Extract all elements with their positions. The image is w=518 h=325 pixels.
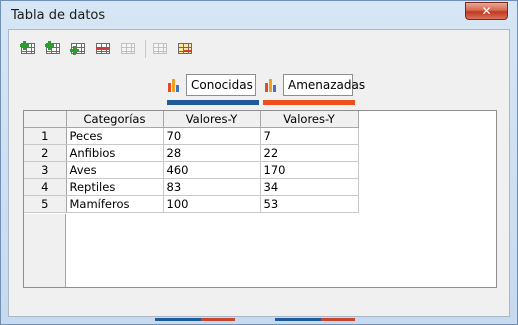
column-header-values-2[interactable]: Valores-Y [260,111,359,128]
series-color-bar [263,100,355,105]
series-name-input[interactable]: Conocidas [186,74,256,96]
bottom-decoration [321,318,355,321]
series-color-bar [167,100,259,105]
dialog-content: Conocidas Amenazadas Categorías Valores-… [8,29,510,317]
value-cell[interactable]: 460 [163,161,261,179]
bottom-decoration [155,318,201,321]
bottom-decoration [201,318,235,321]
value-cell[interactable]: 170 [260,161,359,179]
insert-series-button[interactable] [45,41,63,57]
delete-series-icon [121,43,135,54]
close-button[interactable]: ✕ [465,2,508,20]
header-row: Categorías Valores-Y Valores-Y [24,111,496,128]
table-row: 3 Aves 460 170 [24,161,496,179]
toolbar [20,40,202,58]
row-header-filler [24,214,66,287]
move-series-button[interactable] [152,41,170,57]
value-cell[interactable]: 34 [260,178,359,196]
column-header-categories[interactable]: Categorías [66,111,164,128]
value-cell[interactable]: 70 [163,127,261,145]
table-row: 1 Peces 70 7 [24,127,496,145]
insert-text-column-button[interactable] [70,41,88,57]
category-cell[interactable]: Reptiles [66,178,164,196]
value-cell[interactable]: 22 [260,144,359,162]
dialog-title: Tabla de datos [11,8,106,23]
row-number[interactable]: 3 [24,161,67,179]
column-header-empty [358,111,496,128]
corner-cell[interactable] [24,111,67,128]
series-header-1: Conocidas [166,74,256,96]
table-row: 5 Mamíferos 100 53 [24,195,496,213]
value-cell[interactable]: 83 [163,178,261,196]
delete-series-button[interactable] [120,41,138,57]
toolbar-separator [145,40,146,58]
data-table-dialog: Tabla de datos ✕ Conocidas Amenazadas Ca… [0,0,518,325]
category-cell[interactable]: Peces [66,127,164,145]
value-cell[interactable]: 7 [260,127,359,145]
value-cell[interactable]: 100 [163,195,261,213]
category-cell[interactable]: Anfibios [66,144,164,162]
move-row-button[interactable] [177,41,195,57]
insert-row-button[interactable] [20,41,38,57]
column-header-values-1[interactable]: Valores-Y [163,111,261,128]
title-bar[interactable]: Tabla de datos ✕ [1,1,517,29]
row-number[interactable]: 5 [24,195,67,213]
close-icon: ✕ [481,4,492,18]
value-cell[interactable]: 53 [260,195,359,213]
bar-chart-icon [166,77,182,93]
row-number[interactable]: 4 [24,178,67,196]
data-table: Categorías Valores-Y Valores-Y 1 Peces 7… [24,111,496,213]
category-cell[interactable]: Mamíferos [66,195,164,213]
value-cell[interactable]: 28 [163,144,261,162]
series-header-2: Amenazadas [263,74,365,96]
row-number[interactable]: 2 [24,144,67,162]
table-row: 2 Anfibios 28 22 [24,144,496,162]
delete-row-button[interactable] [95,41,113,57]
category-cell[interactable]: Aves [66,161,164,179]
bar-chart-icon [263,77,279,93]
series-name-input[interactable]: Amenazadas [283,74,365,96]
move-row-icon [178,43,192,54]
table-row: 4 Reptiles 83 34 [24,178,496,196]
bottom-decoration [275,318,321,321]
move-series-icon [153,43,167,54]
row-number[interactable]: 1 [24,127,67,145]
data-grid: Categorías Valores-Y Valores-Y 1 Peces 7… [23,110,497,288]
